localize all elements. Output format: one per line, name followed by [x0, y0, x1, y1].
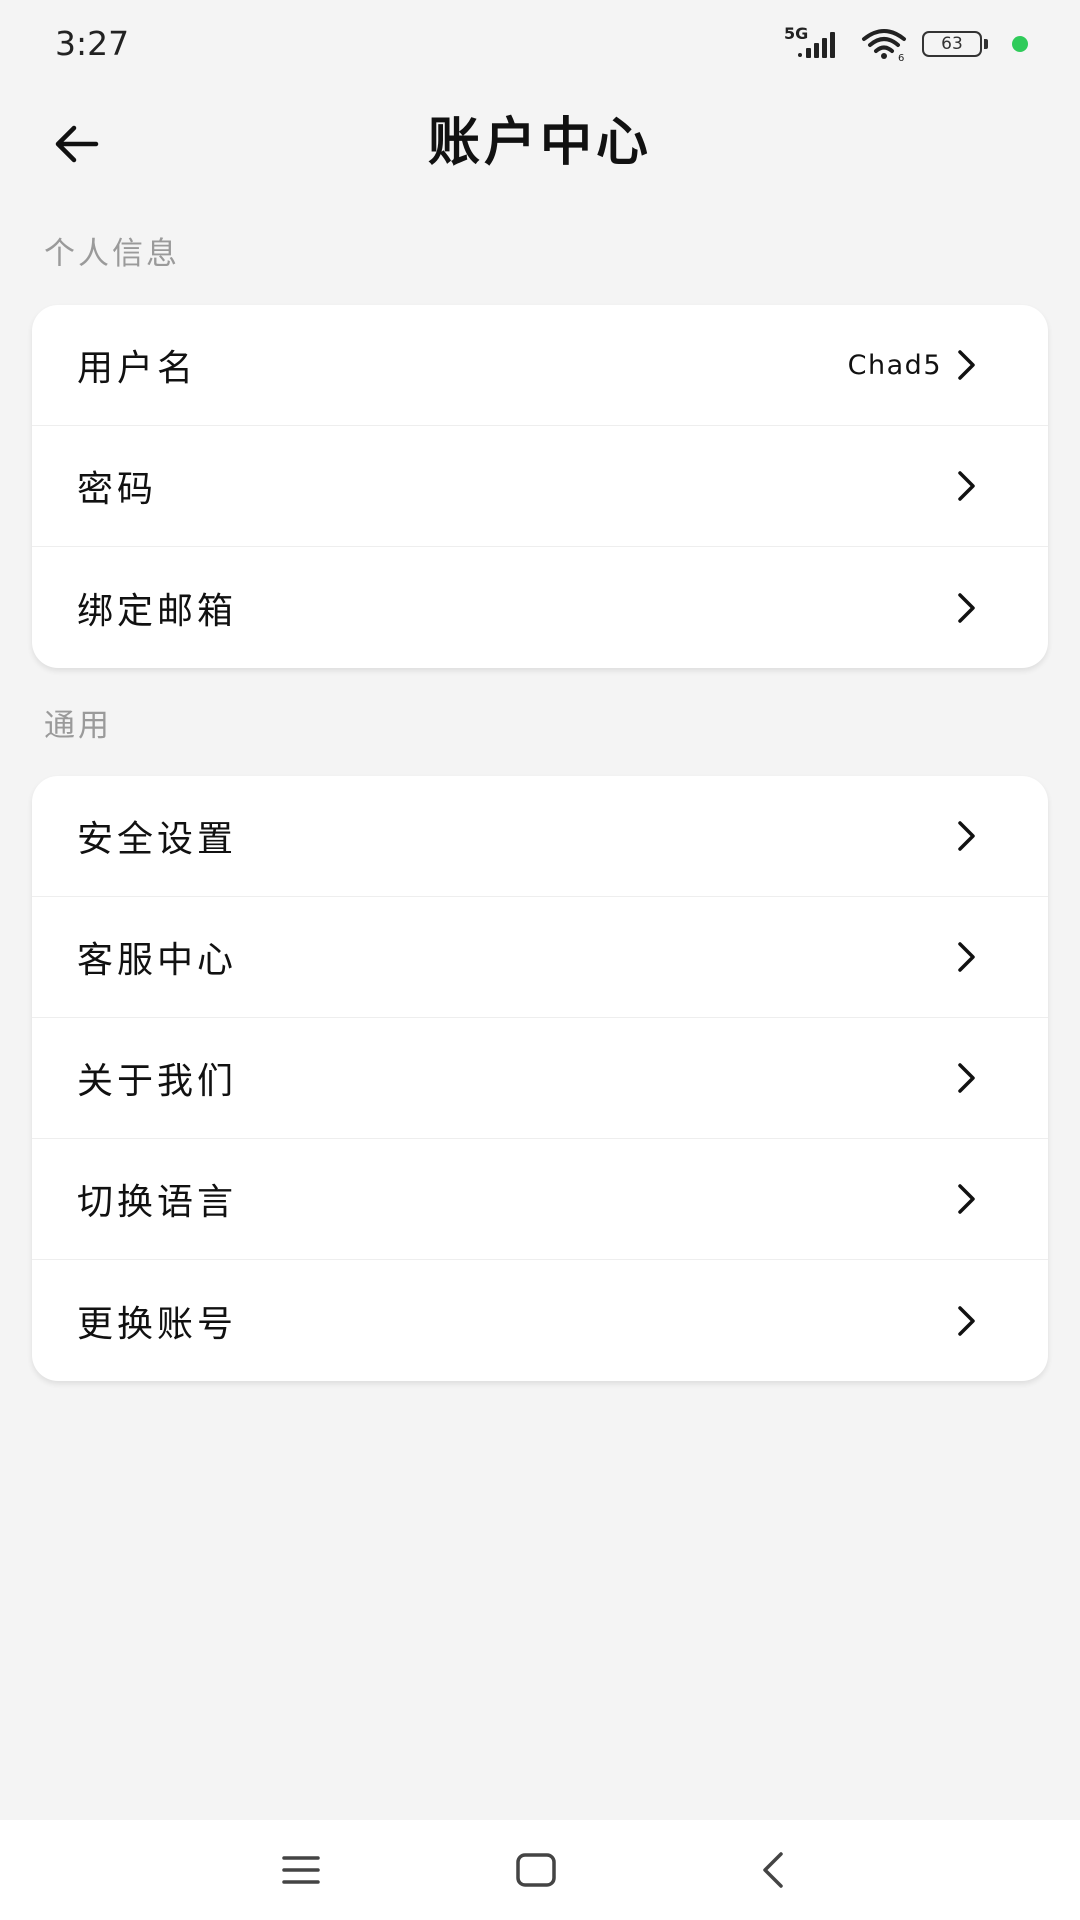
chevron-right-icon [958, 350, 975, 380]
general-card: 安全设置 客服中心 关于我们 切换语言 更换账号 [32, 776, 1048, 1381]
page-title: 账户中心 [427, 113, 652, 173]
home-square-icon [516, 1853, 556, 1887]
battery-level: 63 [922, 31, 982, 57]
menu-icon [282, 1856, 320, 1884]
row-switch-account[interactable]: 更换账号 [32, 1260, 1048, 1381]
section-label-personal-info: 个人信息 [44, 236, 180, 272]
system-nav-bar [0, 1820, 1080, 1920]
row-username[interactable]: 用户名 Chad5 [32, 305, 1048, 426]
username-value: Chad5 [847, 349, 942, 381]
chevron-right-icon [958, 471, 975, 501]
row-label: 用户名 [77, 348, 198, 389]
home-button[interactable] [508, 1842, 564, 1898]
chevron-right-icon [958, 592, 975, 623]
personal-info-card: 用户名 Chad5 密码 绑定邮箱 [32, 305, 1048, 668]
account-center-screen: 3:27 5G 6 63 账户中心 个人信息 用户名 Chad5 密码 绑定邮箱… [0, 0, 1080, 1920]
row-about-us[interactable]: 关于我们 [32, 1018, 1048, 1139]
svg-text:6: 6 [898, 53, 904, 61]
section-label-general: 通用 [44, 708, 112, 744]
status-time: 3:27 [55, 24, 130, 63]
signal-icon: 5G [784, 24, 846, 60]
chevron-right-icon [958, 1305, 975, 1336]
chevron-right-icon [958, 1184, 975, 1214]
chevron-right-icon [958, 1063, 975, 1093]
row-label: 更换账号 [77, 1303, 238, 1345]
row-label: 切换语言 [77, 1182, 238, 1223]
row-label: 绑定邮箱 [77, 590, 238, 632]
recent-apps-button[interactable] [273, 1842, 329, 1898]
row-password[interactable]: 密码 [32, 426, 1048, 547]
row-label: 密码 [77, 469, 158, 510]
battery-tip [984, 39, 988, 49]
row-security-settings[interactable]: 安全设置 [32, 776, 1048, 897]
row-label: 安全设置 [77, 819, 238, 860]
battery-icon: 63 [922, 31, 988, 57]
row-bind-email[interactable]: 绑定邮箱 [32, 547, 1048, 668]
chevron-right-icon [958, 942, 975, 972]
status-bar: 3:27 5G 6 63 [0, 0, 1080, 90]
row-customer-service[interactable]: 客服中心 [32, 897, 1048, 1018]
row-switch-language[interactable]: 切换语言 [32, 1139, 1048, 1260]
back-chevron-icon [763, 1852, 783, 1888]
wifi-icon: 6 [862, 29, 906, 61]
status-icons: 5G 6 63 [784, 24, 1028, 62]
chevron-right-icon [958, 821, 975, 851]
row-label: 关于我们 [77, 1061, 238, 1102]
header: 账户中心 [0, 90, 1080, 210]
dot-indicator [1012, 36, 1028, 52]
system-back-button[interactable] [745, 1842, 801, 1898]
row-label: 客服中心 [77, 940, 238, 981]
